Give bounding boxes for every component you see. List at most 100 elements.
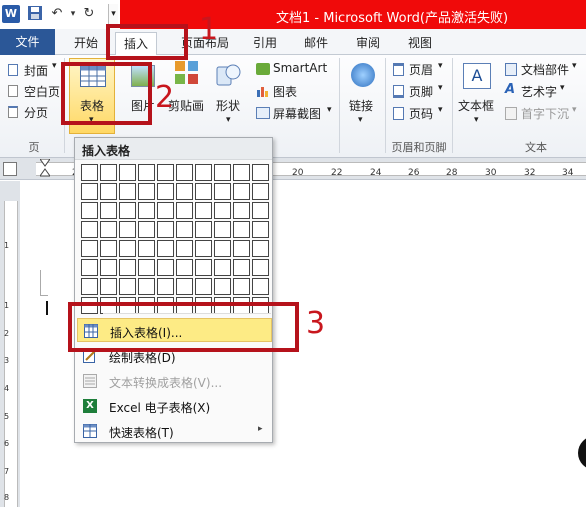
grid-cell[interactable]: [195, 221, 212, 238]
grid-cell[interactable]: [81, 202, 98, 219]
grid-cell[interactable]: [252, 183, 269, 200]
grid-cell[interactable]: [157, 240, 174, 257]
grid-cell[interactable]: [176, 259, 193, 276]
grid-cell[interactable]: [138, 164, 155, 181]
grid-cell[interactable]: [195, 259, 212, 276]
grid-cell[interactable]: [214, 183, 231, 200]
grid-cell[interactable]: [100, 164, 117, 181]
vertical-ruler[interactable]: 1 1 2 3 4 5 6 7 8: [0, 181, 20, 507]
grid-cell[interactable]: [252, 202, 269, 219]
indent-marker-icon[interactable]: [39, 158, 51, 179]
footer-dropdown-icon[interactable]: ▾: [438, 83, 443, 93]
grid-cell[interactable]: [214, 240, 231, 257]
grid-cell[interactable]: [214, 202, 231, 219]
grid-cell[interactable]: [138, 278, 155, 295]
page-break-button[interactable]: 分页: [24, 104, 48, 121]
cover-page-button[interactable]: 封面: [24, 62, 48, 79]
grid-cell[interactable]: [100, 202, 117, 219]
link-dropdown-icon[interactable]: ▾: [358, 115, 363, 125]
grid-cell[interactable]: [81, 240, 98, 257]
page-number-dropdown-icon[interactable]: ▾: [438, 105, 443, 115]
grid-cell[interactable]: [157, 221, 174, 238]
grid-cell[interactable]: [214, 221, 231, 238]
grid-cell[interactable]: [233, 202, 250, 219]
grid-cell[interactable]: [252, 221, 269, 238]
tab-selector[interactable]: [3, 162, 17, 176]
grid-cell[interactable]: [157, 259, 174, 276]
grid-cell[interactable]: [176, 278, 193, 295]
tab-references[interactable]: 引用: [247, 32, 283, 55]
grid-cell[interactable]: [119, 221, 136, 238]
page-number-button[interactable]: 页码: [409, 105, 433, 122]
grid-cell[interactable]: [138, 183, 155, 200]
grid-cell[interactable]: [195, 240, 212, 257]
dropcap-dropdown-icon[interactable]: ▾: [572, 105, 577, 115]
grid-cell[interactable]: [138, 202, 155, 219]
word-app-icon[interactable]: W: [2, 5, 20, 23]
header-button[interactable]: 页眉: [409, 61, 433, 78]
grid-cell[interactable]: [119, 164, 136, 181]
grid-cell[interactable]: [214, 278, 231, 295]
grid-cell[interactable]: [138, 259, 155, 276]
grid-cell[interactable]: [157, 164, 174, 181]
grid-cell[interactable]: [176, 202, 193, 219]
grid-cell[interactable]: [119, 259, 136, 276]
grid-cell[interactable]: [252, 240, 269, 257]
grid-cell[interactable]: [119, 202, 136, 219]
footer-button[interactable]: 页脚: [409, 83, 433, 100]
dropcap-button[interactable]: 首字下沉: [521, 105, 569, 122]
grid-cell[interactable]: [157, 202, 174, 219]
excel-spreadsheet-item[interactable]: X Excel 电子表格(X): [77, 394, 272, 418]
grid-cell[interactable]: [100, 221, 117, 238]
grid-cell[interactable]: [100, 278, 117, 295]
redo-icon[interactable]: ↻: [80, 5, 98, 23]
link-button[interactable]: 链接: [349, 97, 373, 114]
textbox-button[interactable]: 文本框: [458, 97, 494, 114]
tab-review[interactable]: 审阅: [350, 32, 386, 55]
grid-cell[interactable]: [233, 259, 250, 276]
grid-cell[interactable]: [81, 221, 98, 238]
grid-cell[interactable]: [176, 240, 193, 257]
grid-cell[interactable]: [233, 278, 250, 295]
grid-cell[interactable]: [233, 164, 250, 181]
wordart-button[interactable]: 艺术字: [521, 83, 557, 100]
grid-cell[interactable]: [195, 202, 212, 219]
grid-cell[interactable]: [157, 278, 174, 295]
grid-cell[interactable]: [214, 259, 231, 276]
grid-cell[interactable]: [138, 240, 155, 257]
grid-cell[interactable]: [233, 183, 250, 200]
grid-cell[interactable]: [100, 240, 117, 257]
grid-cell[interactable]: [100, 259, 117, 276]
tab-view[interactable]: 视图: [402, 32, 438, 55]
grid-cell[interactable]: [214, 164, 231, 181]
cover-dropdown-icon[interactable]: ▾: [52, 61, 57, 71]
wordart-dropdown-icon[interactable]: ▾: [560, 83, 565, 93]
tab-mailings[interactable]: 邮件: [298, 32, 334, 55]
grid-cell[interactable]: [157, 183, 174, 200]
customize-quick-access-icon[interactable]: ▾: [108, 4, 118, 24]
doc-parts-button[interactable]: 文档部件: [521, 61, 569, 78]
grid-cell[interactable]: [176, 164, 193, 181]
grid-cell[interactable]: [138, 221, 155, 238]
shapes-dropdown-icon[interactable]: ▾: [226, 115, 231, 125]
chart-button[interactable]: 图表: [273, 83, 297, 100]
grid-cell[interactable]: [252, 259, 269, 276]
grid-cell[interactable]: [195, 278, 212, 295]
doc-parts-dropdown-icon[interactable]: ▾: [572, 61, 577, 71]
grid-cell[interactable]: [252, 164, 269, 181]
blank-page-button[interactable]: 空白页: [24, 83, 60, 100]
grid-cell[interactable]: [195, 164, 212, 181]
grid-cell[interactable]: [119, 183, 136, 200]
shapes-button[interactable]: 形状: [216, 97, 240, 114]
grid-cell[interactable]: [195, 183, 212, 200]
grid-cell[interactable]: [100, 183, 117, 200]
grid-cell[interactable]: [81, 183, 98, 200]
screenshot-dropdown-icon[interactable]: ▾: [327, 105, 332, 115]
tab-home[interactable]: 开始: [66, 32, 106, 55]
grid-cell[interactable]: [119, 240, 136, 257]
grid-cell[interactable]: [81, 259, 98, 276]
grid-cell[interactable]: [176, 183, 193, 200]
save-icon[interactable]: [26, 5, 44, 23]
grid-cell[interactable]: [233, 221, 250, 238]
grid-cell[interactable]: [81, 164, 98, 181]
